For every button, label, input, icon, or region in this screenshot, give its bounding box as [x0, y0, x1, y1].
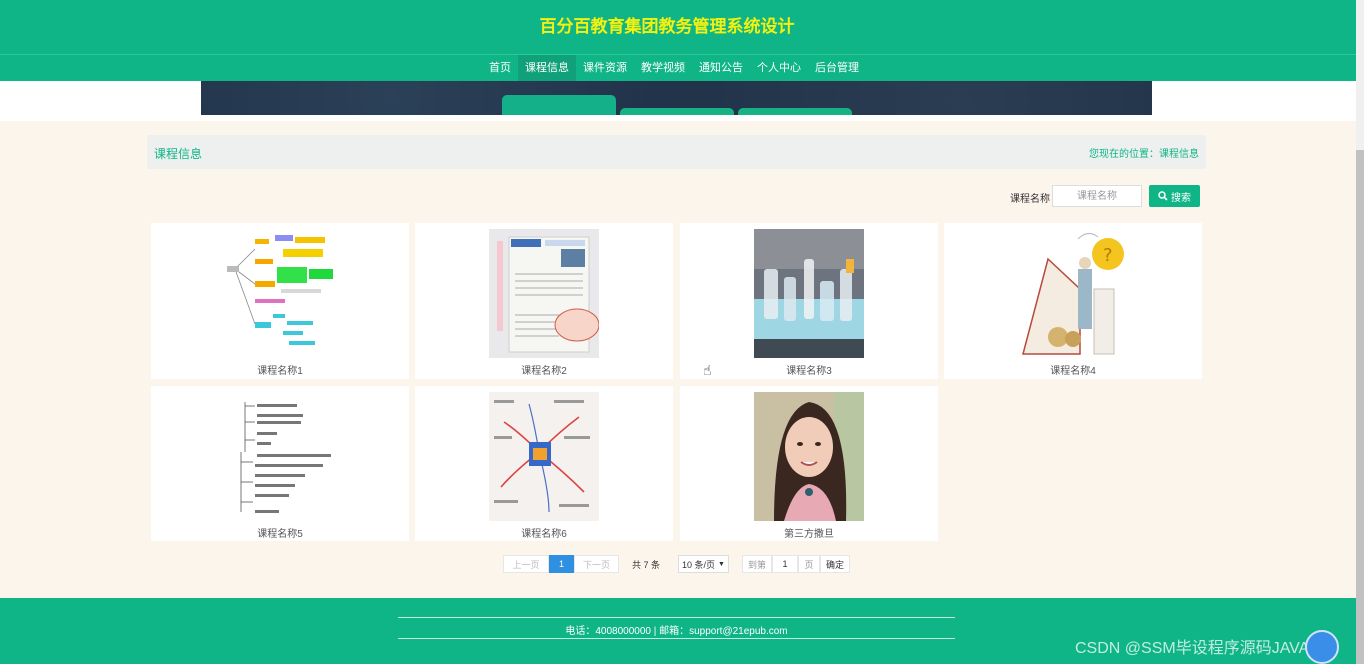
banner-tab[interactable] — [738, 108, 852, 115]
banner-tab[interactable] — [502, 95, 616, 115]
nav-item-notices[interactable]: 通知公告 — [692, 55, 750, 81]
course-thumbnail-lab[interactable] — [754, 229, 864, 358]
confirm-page-button[interactable]: 确定 — [820, 555, 850, 573]
footer-divider-bottom — [398, 638, 955, 639]
nav-item-videos[interactable]: 教学视频 — [634, 55, 692, 81]
section-header: 课程信息 您现在的位置：课程信息 — [147, 135, 1206, 169]
course-card[interactable]: 课程名称3 — [680, 223, 938, 379]
nav-item-admin[interactable]: 后台管理 — [808, 55, 866, 81]
course-name[interactable]: 课程名称4 — [944, 362, 1202, 377]
course-card[interactable]: 第三方撒旦 — [680, 386, 938, 541]
course-name[interactable]: 课程名称5 — [151, 525, 409, 540]
page-scrollbar[interactable] — [1356, 0, 1364, 664]
total-count: 共 7 条 — [631, 559, 660, 570]
banner-carousel — [201, 81, 1152, 115]
course-card[interactable]: 课程名称1 — [151, 223, 409, 379]
course-card[interactable]: 课程名称2 — [415, 223, 673, 379]
page-unit-label: 页 — [798, 555, 820, 573]
page-number-button[interactable]: 1 — [549, 555, 574, 573]
hand-cursor-icon: ☝ — [703, 362, 712, 378]
nav-item-courseware[interactable]: 课件资源 — [576, 55, 634, 81]
search-button-label: 搜索 — [1171, 192, 1191, 204]
main-nav: 首页 课程信息 课件资源 教学视频 通知公告 个人中心 后台管理 — [0, 54, 1356, 81]
course-card[interactable]: 课程名称6 — [415, 386, 673, 541]
goto-page-input[interactable]: 1 — [772, 555, 798, 573]
section-title: 课程信息 — [154, 147, 203, 161]
next-page-button[interactable]: 下一页 — [574, 555, 619, 573]
floating-action-button[interactable] — [1305, 630, 1339, 664]
svg-text:?: ? — [1103, 245, 1113, 266]
course-name[interactable]: 课程名称3 — [680, 362, 938, 377]
search-label: 课程名称 — [1010, 194, 1050, 205]
nav-item-home[interactable]: 首页 — [482, 55, 518, 81]
chevron-down-icon: ▼ — [718, 560, 725, 568]
course-thumbnail-mind-map[interactable] — [225, 229, 335, 358]
course-name[interactable]: 课程名称2 — [415, 362, 673, 377]
course-thumbnail-textbook[interactable] — [489, 229, 599, 358]
course-thumbnail-illustration[interactable]: ? — [1018, 229, 1128, 358]
course-name[interactable]: 课程名称1 — [151, 362, 409, 377]
prev-page-button[interactable]: 上一页 — [503, 555, 549, 573]
site-title: 百分百教育集团教务管理系统设计 — [539, 17, 795, 36]
goto-label: 到第 — [742, 555, 772, 573]
page-size-value: 10 条/页 — [682, 559, 716, 570]
scrollbar-thumb[interactable] — [1356, 150, 1364, 664]
search-icon — [1158, 191, 1168, 201]
nav-item-profile[interactable]: 个人中心 — [750, 55, 808, 81]
watermark: CSDN @SSM毕设程序源码JAVA — [1075, 640, 1310, 657]
nav-item-courses[interactable]: 课程信息 — [518, 55, 576, 81]
footer-contact: 电话：4008000000 | 邮箱：support@21epub.com — [565, 626, 788, 637]
breadcrumb: 您现在的位置：课程信息 — [1089, 149, 1199, 160]
footer-divider-top — [398, 617, 955, 618]
banner-tab[interactable] — [620, 108, 734, 115]
search-button[interactable]: 搜索 — [1149, 185, 1200, 207]
course-name[interactable]: 课程名称6 — [415, 525, 673, 540]
course-thumbnail-mind-map-sketch[interactable] — [489, 392, 599, 521]
search-input[interactable] — [1052, 185, 1142, 207]
course-thumbnail-portrait[interactable] — [754, 392, 864, 521]
course-name[interactable]: 第三方撒旦 — [680, 525, 938, 540]
page-size-select[interactable]: 10 条/页 ▼ — [678, 555, 729, 573]
course-thumbnail-outline[interactable] — [225, 392, 335, 521]
header: 百分百教育集团教务管理系统设计 — [0, 0, 1356, 54]
course-card[interactable]: ? 课程名称4 — [944, 223, 1202, 379]
course-card[interactable]: 课程名称5 — [151, 386, 409, 541]
